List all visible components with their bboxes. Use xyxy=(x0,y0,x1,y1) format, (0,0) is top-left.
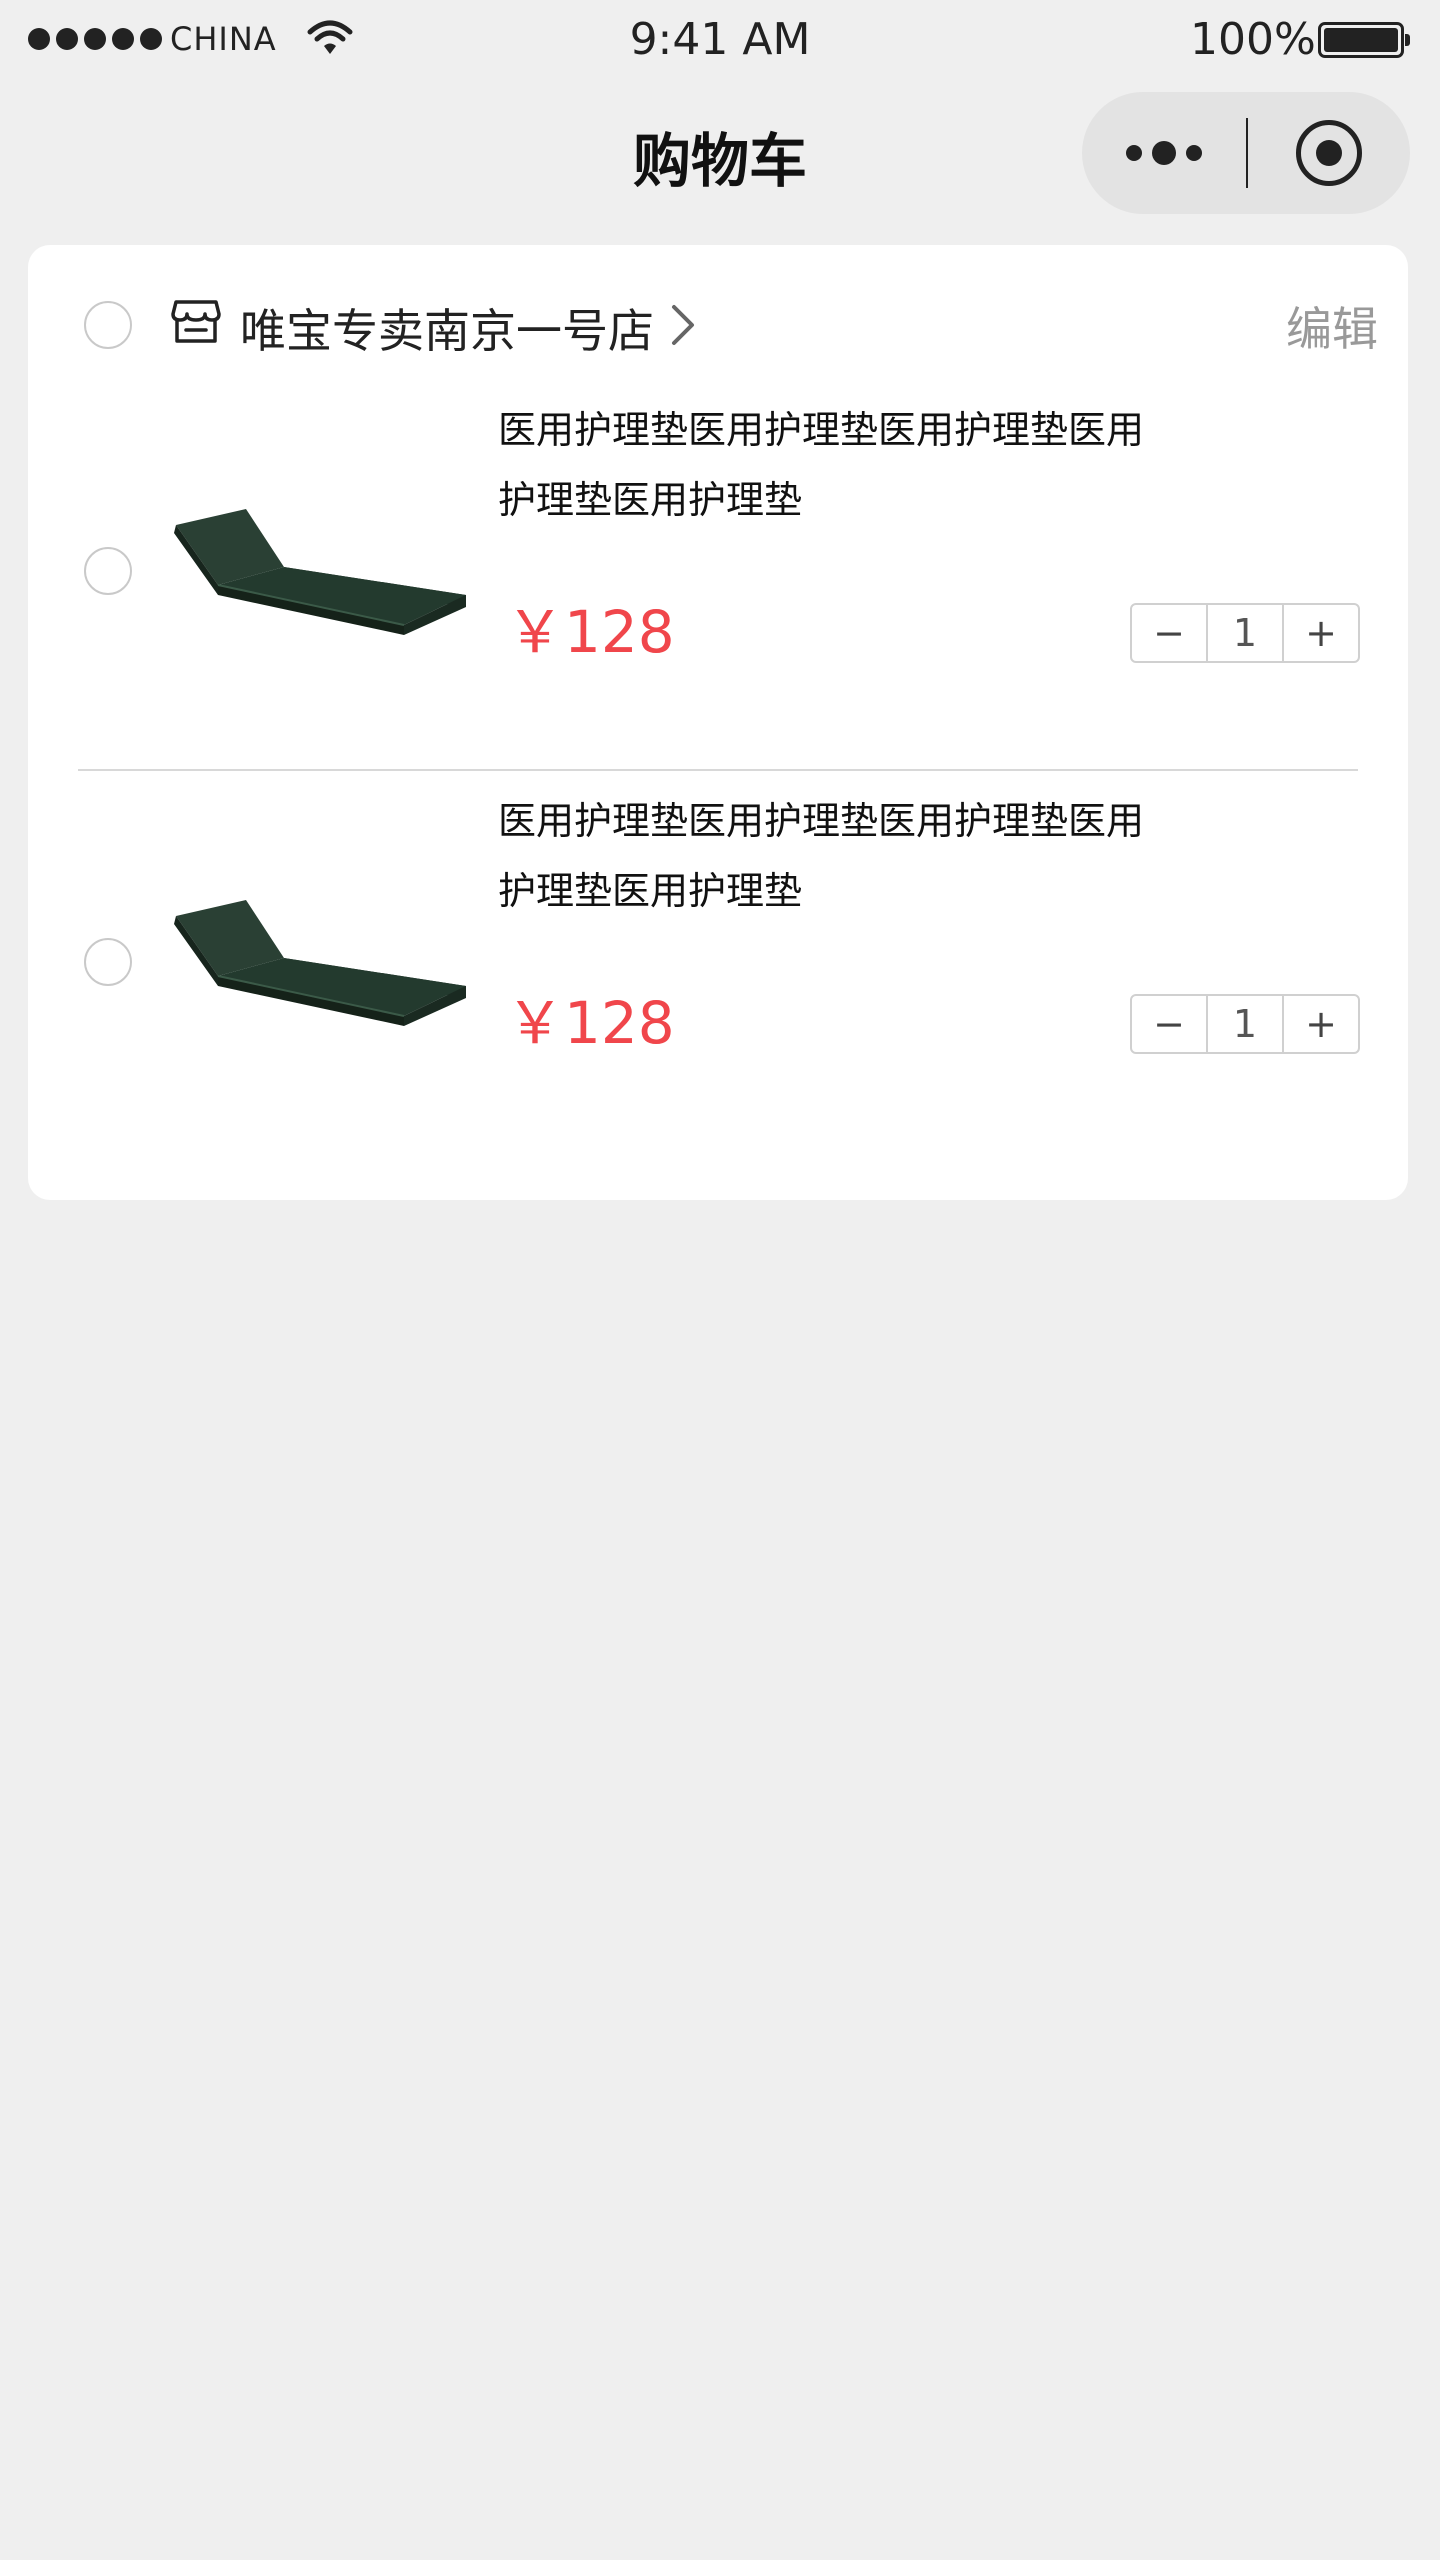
status-bar: CHINA 9:41 AM 100% xyxy=(0,0,1440,80)
target-icon[interactable] xyxy=(1248,92,1410,214)
mini-program-capsule xyxy=(1082,92,1410,214)
shop-name[interactable]: 唯宝专卖南京一号店 xyxy=(240,295,654,361)
product-image[interactable] xyxy=(166,816,466,1116)
shop-header: 唯宝专卖南京一号店 编辑 xyxy=(28,245,1408,395)
more-icon[interactable] xyxy=(1082,92,1246,214)
increase-button[interactable]: + xyxy=(1284,996,1358,1052)
navigation-bar: 购物车 xyxy=(0,80,1440,230)
item-divider xyxy=(78,769,1358,771)
chevron-right-icon[interactable] xyxy=(668,303,698,347)
shop-select-radio[interactable] xyxy=(84,301,132,349)
cart-item: 医用护理垫医用护理垫医用护理垫医用护理垫医用护理垫 ￥128 − 1 + xyxy=(28,395,1408,785)
quantity-stepper: − 1 + xyxy=(1130,603,1360,663)
product-image[interactable] xyxy=(166,425,466,725)
edit-button[interactable]: 编辑 xyxy=(1286,293,1378,359)
product-price: ￥128 xyxy=(506,598,675,666)
decrease-button[interactable]: − xyxy=(1132,996,1206,1052)
quantity-input[interactable]: 1 xyxy=(1206,605,1284,661)
decrease-button[interactable]: − xyxy=(1132,605,1206,661)
battery-icon xyxy=(1318,22,1410,58)
cart-item: 医用护理垫医用护理垫医用护理垫医用护理垫医用护理垫 ￥128 − 1 + xyxy=(28,786,1408,1176)
increase-button[interactable]: + xyxy=(1284,605,1358,661)
quantity-stepper: − 1 + xyxy=(1130,994,1360,1054)
shop-icon xyxy=(171,300,221,343)
product-price: ￥128 xyxy=(506,989,675,1057)
battery-percentage: 100% xyxy=(1190,14,1316,65)
item-select-radio[interactable] xyxy=(84,938,132,986)
cart-card: 唯宝专卖南京一号店 编辑 医用护理垫医用护理垫医用护理垫医用护理垫医用护理垫 ￥… xyxy=(28,245,1408,1200)
quantity-input[interactable]: 1 xyxy=(1206,996,1284,1052)
product-title[interactable]: 医用护理垫医用护理垫医用护理垫医用护理垫医用护理垫 xyxy=(498,786,1178,926)
item-select-radio[interactable] xyxy=(84,547,132,595)
product-title[interactable]: 医用护理垫医用护理垫医用护理垫医用护理垫医用护理垫 xyxy=(498,395,1178,535)
